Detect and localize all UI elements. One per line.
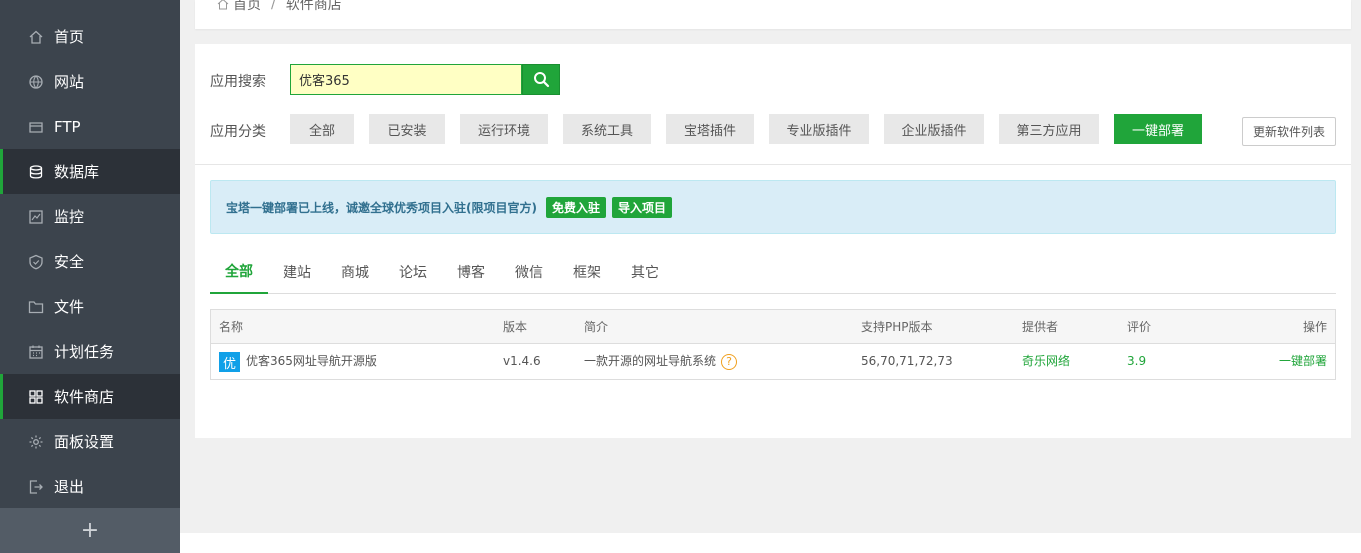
sidebar-item-label: 监控 xyxy=(54,208,85,226)
ftp-icon xyxy=(28,119,44,135)
sidebar-item-label: 安全 xyxy=(54,253,85,271)
tab-other[interactable]: 其它 xyxy=(631,250,659,294)
gear-icon xyxy=(28,434,44,450)
search-input[interactable] xyxy=(290,64,522,95)
sidebar-item-label: 文件 xyxy=(54,298,85,316)
category-all-button[interactable]: 全部 xyxy=(290,114,354,144)
app-desc: 一款开源的网址导航系统 xyxy=(584,354,717,368)
sidebar-item-label: 首页 xyxy=(54,28,85,46)
tab-blog[interactable]: 博客 xyxy=(457,250,485,294)
sidebar: 首页 网站 FTP 数据库 监控 安全 文件 计划任务 软件商店 面板设置 退出… xyxy=(0,0,180,553)
app-rating[interactable]: 3.9 xyxy=(1127,344,1146,379)
sidebar-item-database[interactable]: 数据库 xyxy=(0,149,180,194)
header-desc: 简介 xyxy=(584,320,609,334)
app-logo-icon: 优 xyxy=(219,352,240,372)
main-panel: 应用搜索 应用分类 全部 已安装 运行环境 系统工具 宝塔插件 专业版插件 企业… xyxy=(195,44,1351,438)
tab-wechat[interactable]: 微信 xyxy=(515,250,543,294)
table-header: 名称 版本 简介 支持PHP版本 提供者 评价 操作 xyxy=(211,310,1335,344)
header-rating: 评价 xyxy=(1127,320,1152,334)
breadcrumb-separator: / xyxy=(271,0,276,12)
app-name: 优客365网址导航开源版 xyxy=(246,354,377,368)
sidebar-item-label: 软件商店 xyxy=(54,388,115,406)
category-installed-button[interactable]: 已安装 xyxy=(369,114,445,144)
update-software-list-button[interactable]: 更新软件列表 xyxy=(1242,117,1336,146)
sidebar-item-label: 计划任务 xyxy=(54,343,115,361)
table-row: 优 优客365网址导航开源版 v1.4.6 一款开源的网址导航系统? 56,70… xyxy=(211,344,1335,379)
tab-website[interactable]: 建站 xyxy=(283,250,311,294)
free-join-button[interactable]: 免费入驻 xyxy=(545,196,606,218)
app-version: v1.4.6 xyxy=(503,354,541,368)
search-button[interactable] xyxy=(522,64,560,95)
globe-icon xyxy=(28,74,44,90)
help-icon[interactable]: ? xyxy=(721,353,738,370)
category-one-click-deploy-button[interactable]: 一键部署 xyxy=(1114,114,1202,144)
sidebar-item-settings[interactable]: 面板设置 xyxy=(0,419,180,464)
sidebar-item-label: 网站 xyxy=(54,73,85,91)
tab-all[interactable]: 全部 xyxy=(210,250,268,294)
search-label: 应用搜索 xyxy=(210,74,266,90)
home-icon xyxy=(28,29,44,45)
sidebar-item-label: 数据库 xyxy=(54,163,100,181)
folder-icon xyxy=(28,299,44,315)
sidebar-item-label: FTP xyxy=(54,117,81,136)
footer xyxy=(180,533,1361,553)
category-pro-plugins-button[interactable]: 专业版插件 xyxy=(769,114,869,144)
breadcrumb: 首页 / 软件商店 xyxy=(217,0,342,14)
sidebar-item-security[interactable]: 安全 xyxy=(0,239,180,284)
tab-framework[interactable]: 框架 xyxy=(573,250,601,294)
shield-icon xyxy=(28,254,44,270)
header-php: 支持PHP版本 xyxy=(861,320,933,334)
add-menu-button[interactable]: + xyxy=(0,508,180,553)
home-icon xyxy=(217,0,229,10)
tab-shop[interactable]: 商城 xyxy=(341,250,369,294)
sidebar-item-monitor[interactable]: 监控 xyxy=(0,194,180,239)
grid-icon xyxy=(28,389,44,405)
calendar-icon xyxy=(28,344,44,360)
app-table: 名称 版本 简介 支持PHP版本 提供者 评价 操作 优 优客365网址导航开源… xyxy=(210,309,1336,380)
sidebar-item-home[interactable]: 首页 xyxy=(0,14,180,59)
sidebar-item-label: 面板设置 xyxy=(54,433,115,451)
sidebar-item-label: 退出 xyxy=(54,478,85,496)
category-runtime-button[interactable]: 运行环境 xyxy=(460,114,548,144)
app-provider-link[interactable]: 奇乐网络 xyxy=(1022,344,1070,379)
notice-banner: 宝塔一键部署已上线，诚邀全球优秀项目入驻(限项目官方) 免费入驻 导入项目 xyxy=(210,180,1336,234)
category-tools-button[interactable]: 系统工具 xyxy=(563,114,651,144)
category-label: 应用分类 xyxy=(210,124,266,140)
monitor-icon xyxy=(28,209,44,225)
header-version: 版本 xyxy=(503,320,528,334)
sidebar-item-store[interactable]: 软件商店 xyxy=(0,374,180,419)
app-desc-cell: 一款开源的网址导航系统? xyxy=(584,344,738,379)
deploy-tabs: 全部 建站 商城 论坛 博客 微信 框架 其它 xyxy=(210,250,1336,294)
sidebar-item-ftp[interactable]: FTP xyxy=(0,104,180,149)
logout-icon xyxy=(28,479,44,495)
breadcrumb-home[interactable]: 首页 xyxy=(233,0,261,14)
divider xyxy=(195,164,1351,165)
sidebar-item-cron[interactable]: 计划任务 xyxy=(0,329,180,374)
category-enterprise-plugins-button[interactable]: 企业版插件 xyxy=(884,114,984,144)
header-name: 名称 xyxy=(219,320,244,334)
sidebar-item-logout[interactable]: 退出 xyxy=(0,464,180,509)
header-provider: 提供者 xyxy=(1022,320,1059,334)
sidebar-item-website[interactable]: 网站 xyxy=(0,59,180,104)
one-click-deploy-link[interactable]: 一键部署 xyxy=(1279,344,1327,379)
tab-forum[interactable]: 论坛 xyxy=(399,250,427,294)
breadcrumb-current: 软件商店 xyxy=(285,0,342,13)
app-php-versions: 56,70,71,72,73 xyxy=(861,354,953,368)
import-project-button[interactable]: 导入项目 xyxy=(612,196,673,218)
search-icon xyxy=(533,72,549,88)
notice-text: 宝塔一键部署已上线，诚邀全球优秀项目入驻(限项目官方) xyxy=(226,200,537,215)
breadcrumb-bar: 首页 / 软件商店 xyxy=(195,0,1351,29)
database-icon xyxy=(28,164,44,180)
category-bt-plugins-button[interactable]: 宝塔插件 xyxy=(666,114,754,144)
category-third-party-button[interactable]: 第三方应用 xyxy=(999,114,1099,144)
sidebar-item-files[interactable]: 文件 xyxy=(0,284,180,329)
header-action: 操作 xyxy=(1302,320,1327,334)
